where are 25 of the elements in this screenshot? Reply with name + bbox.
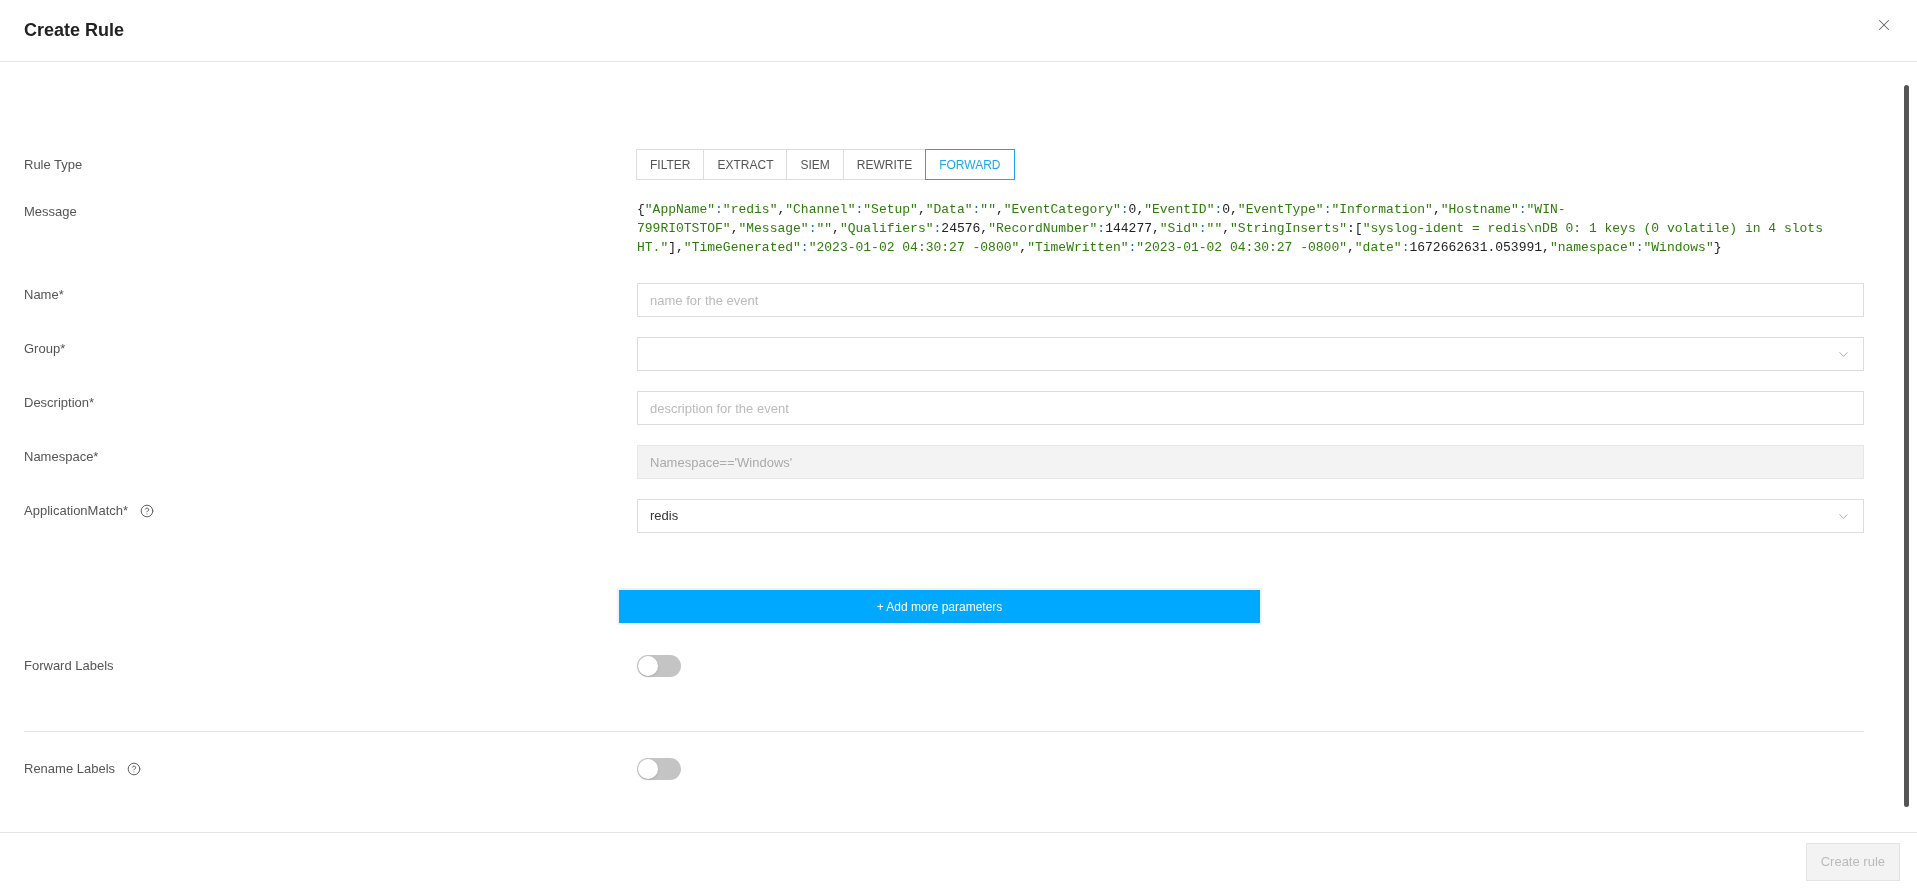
toggle-switch[interactable] (637, 758, 681, 780)
toggle-switch[interactable] (637, 655, 681, 677)
toggle-label: Forward Labels (24, 657, 114, 676)
message-json-text: {"AppName":"redis","Channel":"Setup","Data":"","EventCategory":0,"EventID":0,"EventType":"Information","Hostname":"WIN- 799RI0TSTOF","Message":"","Qualifiers":24576,"RecordNumber":144277,"Sid":"","StringInserts":["syslog-ident = redis\nDB 0: 1 keys (0 volatile) in 4 slots HT."],"TimeGenerated":"2023-01-02 04:30:27 -0800","TimeWritten":"2023-01-02 04:30:27 -0800","date":1672662631.053991,"namespace":"Windows"} (637, 201, 1823, 257)
select-field[interactable] (637, 337, 1864, 371)
field-label: Rule Type (24, 155, 84, 174)
field-label: Namespace* (24, 448, 99, 466)
toggle-label: Rename Labels (24, 760, 116, 779)
rule-type-tab[interactable]: EXTRACT (703, 149, 788, 180)
help-icon[interactable] (140, 503, 155, 518)
help-icon[interactable] (127, 762, 142, 776)
field-label: Message (24, 203, 78, 221)
scrollbar[interactable] (1903, 85, 1909, 807)
select-field[interactable]: redis (637, 499, 1864, 533)
field-label: Group* (24, 340, 66, 358)
rule-type-tab[interactable]: FILTER (636, 149, 705, 180)
text-field[interactable]: description for the event (637, 391, 1864, 425)
rule-type-tab[interactable]: SIEM (786, 149, 844, 180)
dialog-title: Create Rule (24, 19, 125, 42)
text-field[interactable]: name for the event (637, 283, 1864, 317)
field-label: Name* (24, 286, 64, 304)
field-label: ApplicationMatch* (24, 502, 129, 520)
select-value: redis (650, 507, 679, 526)
rule-type-tab[interactable]: REWRITE (842, 149, 927, 180)
field-label: Description* (24, 394, 95, 412)
